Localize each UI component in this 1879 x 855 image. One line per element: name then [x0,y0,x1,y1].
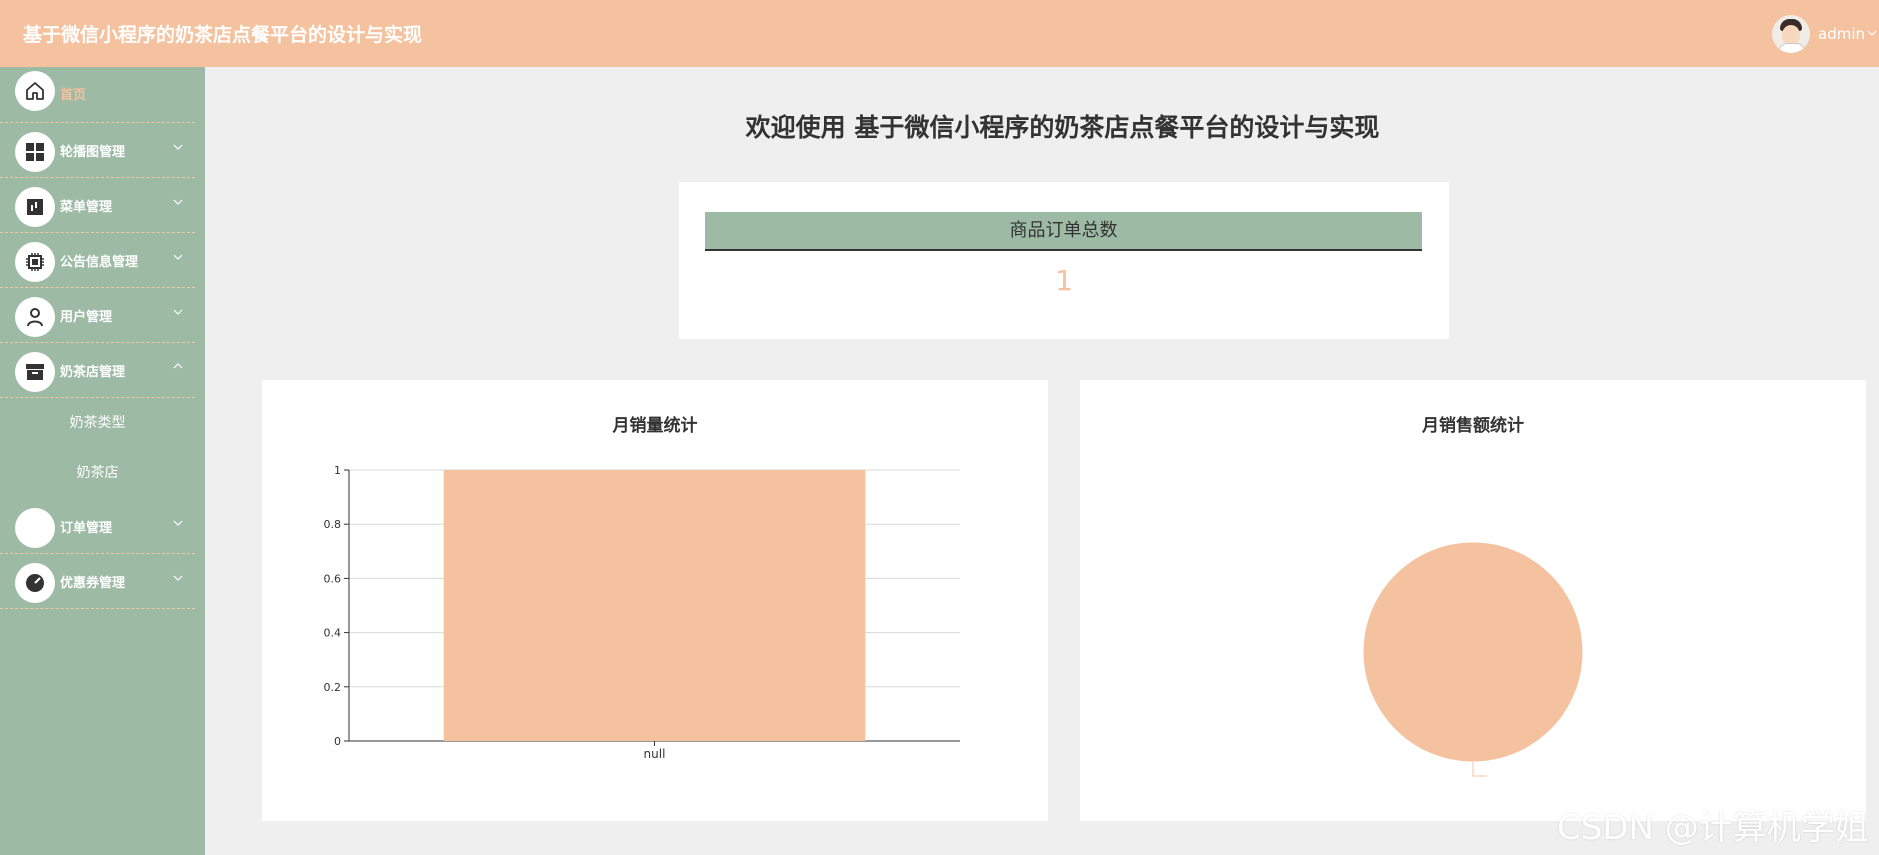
submenu-item-tea-shops[interactable]: 奶茶店 [0,448,195,498]
sidebar-item-label: 公告信息管理 [60,255,139,270]
y-tick-label: 0 [334,735,341,748]
sidebar-item-carousel[interactable]: 轮播图管理 [0,122,195,178]
y-tick-label: 0.6 [324,572,342,585]
sidebar-item-label: 菜单管理 [60,200,113,215]
home-icon [15,71,55,111]
monthly-volume-card: 月销量统计 0 0.2 0.4 0.6 0.8 1 null [262,380,1048,821]
sidebar-item-label: 轮播图管理 [60,145,126,160]
sidebar: 首页 轮播图管理 菜单管理 公告信息管理 用户管理 奶茶店管理 奶茶类型 奶茶店… [0,67,205,855]
submenu-item-tea-types[interactable]: 奶茶类型 [0,398,195,448]
stat-value: 1 [1055,264,1073,297]
chip-icon [15,242,55,282]
menu-doc-icon [15,187,55,227]
chevron-up-icon [173,363,183,369]
user-menu[interactable]: admin [1772,14,1879,54]
sidebar-item-label: 优惠券管理 [60,576,126,591]
chevron-down-icon[interactable] [1867,27,1877,41]
chevron-down-icon [173,199,183,205]
y-tick-label: 0.4 [324,627,342,640]
monthly-volume-chart: 0 0.2 0.4 0.6 0.8 1 null [324,464,960,761]
pie-label-line [1472,762,1487,777]
sidebar-item-label: 首页 [60,88,87,103]
sidebar-item-users[interactable]: 用户管理 [0,287,195,343]
chevron-down-icon [173,520,183,526]
sidebar-item-coupons[interactable]: 优惠券管理 [0,553,195,609]
sidebar-item-menu[interactable]: 菜单管理 [0,177,195,233]
sidebar-item-label: 奶茶店管理 [60,365,126,380]
chevron-down-icon [173,144,183,150]
y-tick-label: 0.8 [324,518,342,531]
chevron-down-icon [173,575,183,581]
order-icon [15,508,55,548]
user-icon [15,297,55,337]
top-bar: 基于微信小程序的奶茶店点餐平台的设计与实现 admin [0,0,1879,67]
sidebar-item-home[interactable]: 首页 [0,67,195,123]
sidebar-item-shops[interactable]: 奶茶店管理 [0,342,195,398]
monthly-sales-chart [1362,541,1584,777]
grid-icon [15,132,55,172]
sidebar-item-label: 订单管理 [60,521,113,536]
monthly-sales-card: 月销售额统计 [1080,380,1866,821]
user-name[interactable]: admin [1818,25,1865,43]
sidebar-item-notices[interactable]: 公告信息管理 [0,232,195,288]
app-title: 基于微信小程序的奶茶店点餐平台的设计与实现 [23,24,423,46]
archive-icon [15,352,55,392]
sidebar-item-orders[interactable]: 订单管理 [0,498,195,554]
y-tick-label: 1 [334,464,341,477]
stat-label: 商品订单总数 [705,212,1422,251]
chevron-down-icon [173,309,183,315]
avatar[interactable] [1772,15,1810,53]
y-tick-label: 0.2 [324,681,342,694]
watermark: CSDN @计算机学姐 [1557,808,1869,848]
chevron-down-icon [173,254,183,260]
bar [443,470,866,741]
x-tick-label: null [644,747,666,761]
sidebar-item-label: 用户管理 [60,310,113,325]
order-count-card: 商品订单总数 1 [679,182,1449,339]
pie-slice [1362,541,1584,763]
gauge-icon [15,563,55,603]
welcome-title: 欢迎使用 基于微信小程序的奶茶店点餐平台的设计与实现 [745,113,1380,142]
